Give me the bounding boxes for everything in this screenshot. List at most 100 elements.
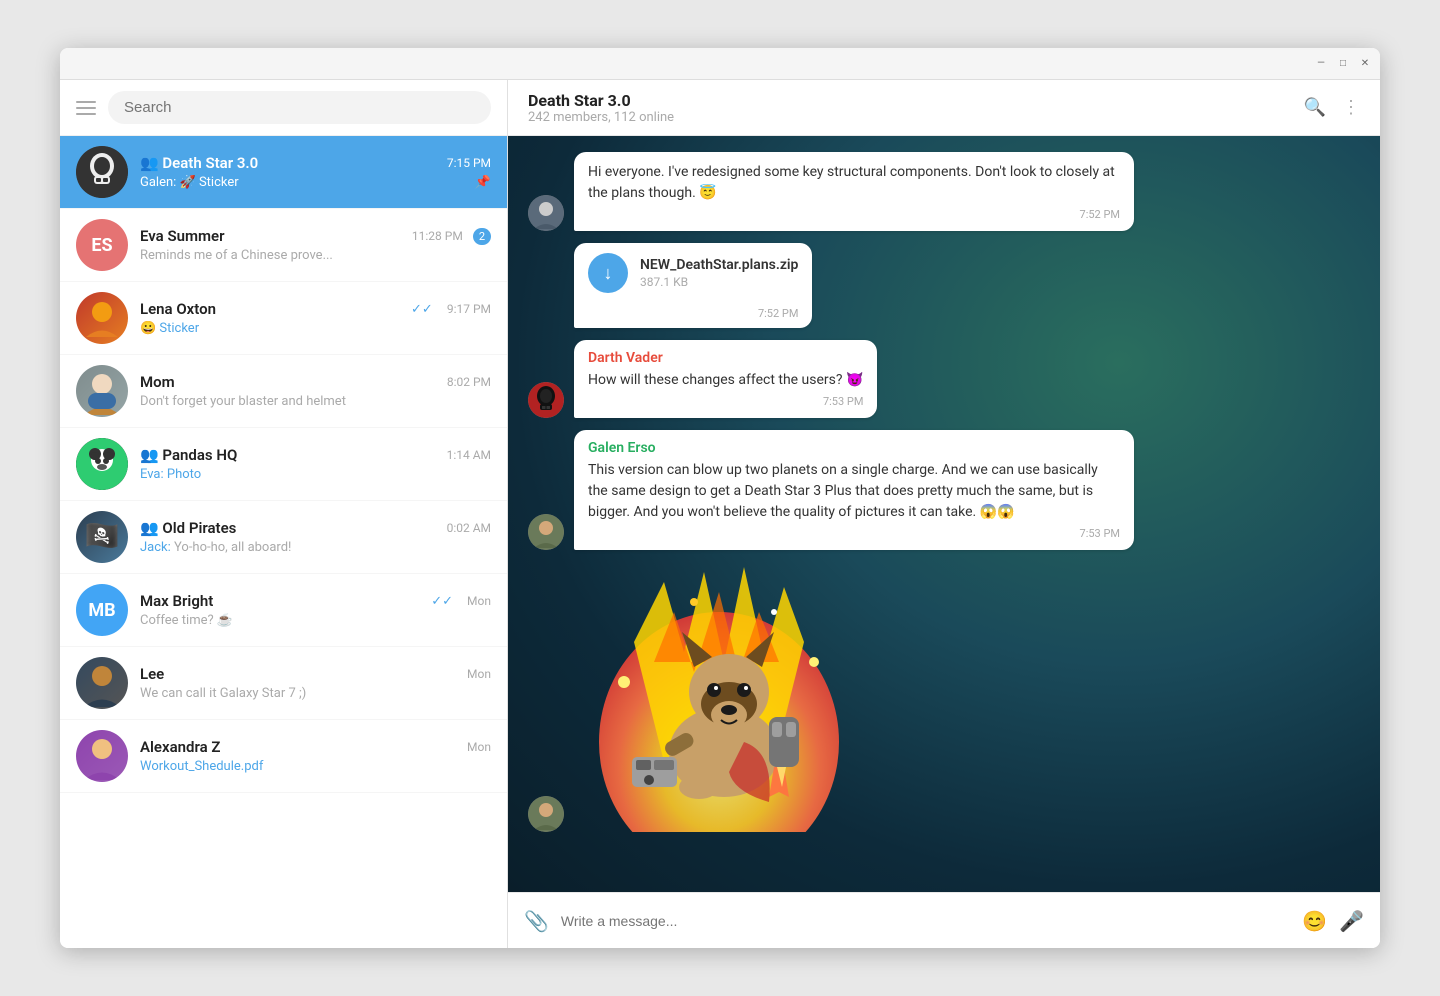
- double-check-icon: ✓✓: [431, 594, 453, 609]
- chat-name: Eva Summer: [140, 227, 225, 245]
- search-icon[interactable]: 🔍: [1304, 97, 1326, 118]
- chat-item-max-bright[interactable]: MB Max Bright ✓✓ Mon Coffee time? ☕: [60, 574, 507, 647]
- maximize-button[interactable]: □: [1336, 57, 1350, 71]
- message-group-darth: Darth Vader How will these changes affec…: [528, 340, 1360, 418]
- preview-text: Reminds me of a Chinese prove...: [140, 248, 333, 263]
- avatar-initials: ES: [91, 235, 112, 256]
- message-group-galen: Galen Erso This version can blow up two …: [528, 430, 1360, 550]
- left-header: [60, 80, 507, 136]
- chat-item-lee[interactable]: Lee Mon We can call it Galaxy Star 7 ;): [60, 647, 507, 720]
- msg-avatar: [528, 195, 564, 231]
- avatar: 🏴‍☠️: [76, 511, 128, 563]
- avatar-initials: MB: [88, 600, 115, 621]
- message-text: How will these changes affect the users?…: [588, 370, 863, 391]
- chat-item-pandas-hq[interactable]: 👥 Pandas HQ 1:14 AM Eva: Photo: [60, 428, 507, 501]
- message-bubble-darth: Darth Vader How will these changes affec…: [574, 340, 877, 418]
- chat-preview: Galen: 🚀 Sticker 📌: [140, 175, 491, 190]
- file-info: NEW_DeathStar.plans.zip 387.1 KB: [640, 257, 798, 289]
- attach-button[interactable]: 📎: [524, 909, 549, 933]
- chat-preview: Eva: Photo: [140, 467, 491, 482]
- chat-time: Mon: [467, 740, 491, 754]
- file-content: ↓ NEW_DeathStar.plans.zip 387.1 KB: [574, 243, 812, 303]
- chat-top: 👥 Death Star 3.0 7:15 PM: [140, 154, 491, 172]
- message-time: 7:52 PM: [574, 307, 812, 328]
- chat-name: 👥 Pandas HQ: [140, 446, 237, 464]
- chat-top: Lena Oxton ✓✓ 9:17 PM: [140, 300, 491, 318]
- chat-preview: 😀 Sticker: [140, 321, 491, 336]
- chat-item-alexandra-z[interactable]: Alexandra Z Mon Workout_Shedule.pdf: [60, 720, 507, 793]
- chat-name: Alexandra Z: [140, 738, 220, 756]
- title-bar-buttons: — □ ✕: [1314, 57, 1372, 71]
- avatar: [76, 657, 128, 709]
- avatar: [76, 365, 128, 417]
- hamburger-line: [76, 113, 96, 115]
- chat-top: 👥 Old Pirates 0:02 AM: [140, 519, 491, 537]
- chat-time: Mon: [467, 667, 491, 681]
- chat-preview: Don't forget your blaster and helmet: [140, 394, 491, 409]
- chat-info: Eva Summer 11:28 PM 2 Reminds me of a Ch…: [140, 227, 491, 263]
- chat-name: Max Bright: [140, 592, 213, 610]
- preview-text: Coffee time? ☕: [140, 613, 233, 628]
- pin-icon: 📌: [475, 175, 491, 190]
- group-icon: 👥: [140, 519, 162, 537]
- chat-item-lena-oxton[interactable]: Lena Oxton ✓✓ 9:17 PM 😀 Sticker: [60, 282, 507, 355]
- chat-time: 11:28 PM: [412, 229, 463, 243]
- microphone-button[interactable]: 🎤: [1339, 909, 1364, 933]
- chat-name: 👥 Death Star 3.0: [140, 154, 258, 172]
- sender-name: Darth Vader: [588, 350, 863, 366]
- chat-item-old-pirates[interactable]: 🏴‍☠️ 👥 Old Pirates 0:02 AM Jack:: [60, 501, 507, 574]
- emoji-button[interactable]: 😊: [1302, 909, 1327, 933]
- message-bubble-galen: Galen Erso This version can blow up two …: [574, 430, 1134, 550]
- preview-text: Don't forget your blaster and helmet: [140, 394, 346, 409]
- messages-area: Hi everyone. I've redesigned some key st…: [508, 136, 1380, 892]
- chat-time: 8:02 PM: [447, 375, 491, 389]
- preview-text: Eva: Photo: [140, 467, 201, 482]
- message-time: 7:53 PM: [588, 395, 863, 408]
- preview-text: We can call it Galaxy Star 7 ;): [140, 686, 306, 701]
- hamburger-menu-button[interactable]: [76, 101, 96, 115]
- chat-info: 👥 Pandas HQ 1:14 AM Eva: Photo: [140, 446, 491, 482]
- search-input[interactable]: [108, 91, 491, 124]
- hamburger-line: [76, 107, 96, 109]
- file-download-button[interactable]: ↓: [588, 253, 628, 293]
- preview-text: Workout_Shedule.pdf: [140, 759, 263, 774]
- message-group: Hi everyone. I've redesigned some key st…: [528, 152, 1360, 231]
- message-group-file: ↓ NEW_DeathStar.plans.zip 387.1 KB 7:52 …: [528, 243, 1360, 328]
- chat-time: 9:17 PM: [447, 302, 491, 316]
- chat-time: 0:02 AM: [447, 521, 491, 535]
- chat-top: Max Bright ✓✓ Mon: [140, 592, 491, 610]
- message-text: Hi everyone. I've redesigned some key st…: [588, 162, 1120, 204]
- chat-name: Lee: [140, 665, 164, 683]
- chat-item-eva-summer[interactable]: ES Eva Summer 11:28 PM 2 Reminds me of a…: [60, 209, 507, 282]
- chat-top: Mom 8:02 PM: [140, 373, 491, 391]
- chat-header-info: Death Star 3.0 242 members, 112 online: [528, 91, 1304, 125]
- avatar: [76, 730, 128, 782]
- chat-item-mom[interactable]: Mom 8:02 PM Don't forget your blaster an…: [60, 355, 507, 428]
- left-panel: 👥 Death Star 3.0 7:15 PM Galen: 🚀 Sticke…: [60, 80, 508, 948]
- chat-item-death-star[interactable]: 👥 Death Star 3.0 7:15 PM Galen: 🚀 Sticke…: [60, 136, 507, 209]
- more-options-icon[interactable]: ⋮: [1342, 97, 1360, 118]
- sticker-image: [574, 562, 864, 832]
- chat-time: Mon: [467, 594, 491, 608]
- chat-top: Eva Summer 11:28 PM 2: [140, 227, 491, 245]
- message-input[interactable]: [561, 913, 1290, 929]
- chat-top: 👥 Pandas HQ 1:14 AM: [140, 446, 491, 464]
- msg-avatar-galen: [528, 514, 564, 550]
- minimize-button[interactable]: —: [1314, 57, 1328, 71]
- chat-info: 👥 Old Pirates 0:02 AM Jack: Yo-ho-ho, al…: [140, 519, 491, 555]
- chat-top: Alexandra Z Mon: [140, 738, 491, 756]
- group-icon: 👥: [140, 154, 162, 172]
- chat-time: 1:14 AM: [447, 448, 491, 462]
- avatar: [76, 146, 128, 198]
- message-input-bar: 📎 😊 🎤: [508, 892, 1380, 948]
- double-check-icon: ✓✓: [411, 302, 433, 317]
- chat-info: Mom 8:02 PM Don't forget your blaster an…: [140, 373, 491, 409]
- chat-info: Alexandra Z Mon Workout_Shedule.pdf: [140, 738, 491, 774]
- chat-info: Max Bright ✓✓ Mon Coffee time? ☕: [140, 592, 491, 628]
- sticker-row: [528, 562, 1360, 832]
- file-bubble: ↓ NEW_DeathStar.plans.zip 387.1 KB 7:52 …: [574, 243, 812, 328]
- close-button[interactable]: ✕: [1358, 57, 1372, 71]
- title-bar: — □ ✕: [60, 48, 1380, 80]
- avatar: [76, 292, 128, 344]
- message-bubble: Hi everyone. I've redesigned some key st…: [574, 152, 1134, 231]
